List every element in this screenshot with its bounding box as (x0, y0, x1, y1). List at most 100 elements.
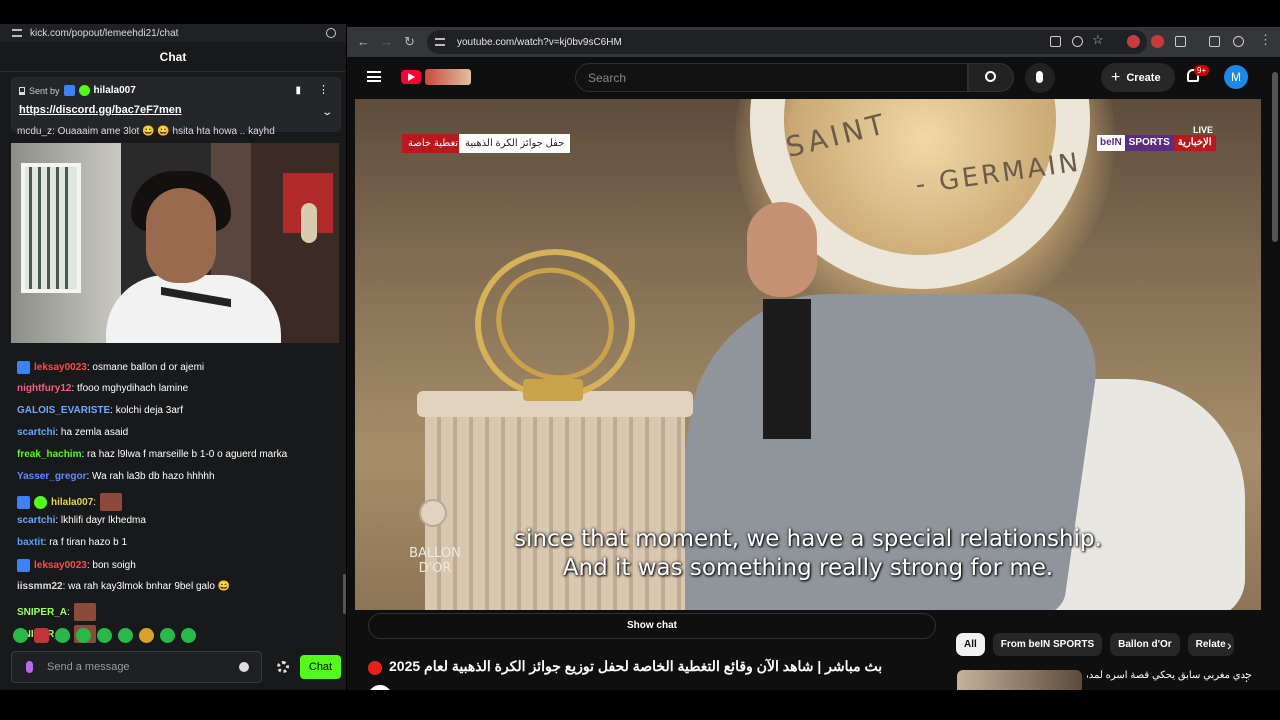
chat-username[interactable]: scartchi (17, 427, 55, 438)
chat-username[interactable]: scartchi (17, 515, 55, 526)
chat-url[interactable]: kick.com/popout/lemeehdi21/chat (30, 28, 326, 39)
emote-icon[interactable] (97, 628, 112, 643)
chevron-down-icon[interactable]: ⌄ (321, 107, 333, 118)
chat-line: SNIPER_A: (17, 607, 70, 618)
pinned-sender[interactable]: hilala007 (94, 85, 136, 96)
create-button[interactable]: + Create (1101, 63, 1175, 92)
back-arrow-icon[interactable]: ← (357, 34, 370, 49)
bein-logo-part: الإخبارية (1173, 135, 1216, 151)
bein-sports-logo: beIN SPORTS الإخبارية (1097, 135, 1216, 151)
moderator-badge-icon (17, 559, 30, 572)
chat-message: Yasser_gregor: Wa rah la3b db hazo hhhhh (17, 471, 215, 482)
chat-username[interactable]: hilala007 (51, 497, 93, 508)
more-options-icon[interactable]: ⋮ (318, 83, 329, 96)
more-options-icon[interactable]: ⋮ (1241, 671, 1252, 684)
subtitle-line: And it was something really strong for m… (562, 555, 1054, 581)
emote-icon[interactable] (160, 628, 175, 643)
live-indicator: LIVE (1193, 125, 1214, 135)
ballon-dor-logo-icon (419, 499, 447, 527)
forward-arrow-icon[interactable]: → (380, 34, 393, 49)
chat-username[interactable]: Yasser_gregor (17, 471, 87, 482)
verified-badge-icon (78, 85, 90, 96)
pinned-message: Sent by hilala007 https://discord.gg/bac… (11, 77, 341, 132)
chat-text: : osmane ballon d or ajemi (86, 362, 205, 373)
extension-icon[interactable] (1127, 35, 1140, 48)
chevron-right-icon[interactable]: › (1227, 637, 1232, 653)
zoom-icon[interactable] (326, 28, 336, 38)
search-placeholder[interactable]: Search (588, 71, 626, 85)
chat-username[interactable]: SNIPER_A (17, 607, 67, 618)
chat-settings-gear-icon[interactable] (277, 661, 289, 673)
pinned-sender-row: Sent by hilala007 (19, 85, 136, 96)
emote-icon[interactable] (55, 628, 70, 643)
site-settings-icon[interactable] (12, 29, 22, 37)
chat-line: nightfury12: tfooo mghydihach lamine (17, 383, 188, 394)
chat-text: : Wa rah la3b db hazo hhhhh (86, 471, 215, 482)
menu-hamburger-icon[interactable] (367, 71, 381, 82)
youtube-logo-icon[interactable] (401, 70, 421, 84)
chat-username[interactable]: nightfury12 (17, 383, 71, 394)
bookmark-star-icon[interactable]: ☆ (1092, 32, 1104, 48)
channel-avatar[interactable] (368, 685, 392, 690)
microphone-icon[interactable] (26, 661, 33, 673)
emote-icon[interactable] (139, 628, 154, 643)
chat-username[interactable]: leksay0023 (34, 560, 87, 571)
message-placeholder[interactable]: Send a message (47, 661, 239, 673)
subtitle-line: since that moment, we have a special rel… (514, 526, 1102, 552)
chat-line: baxtit: ra f tiran hazo b 1 (17, 537, 127, 548)
chat-line: Yasser_gregor: Wa rah la3b db hazo hhhhh (17, 471, 215, 482)
search-input[interactable]: Search (575, 63, 968, 92)
search-button[interactable] (968, 63, 1014, 92)
chat-title: Chat (0, 42, 346, 72)
notification-count-badge: 9+ (1194, 65, 1210, 76)
recommended-thumbnail[interactable] (957, 670, 1082, 690)
chat-text: : kolchi deja 3arf (110, 405, 183, 416)
page-url[interactable]: youtube.com/watch?v=kj0bv9sC6HM (457, 37, 622, 48)
unpin-icon[interactable]: ▮ (295, 85, 301, 96)
reload-icon[interactable]: ↻ (404, 34, 415, 50)
recommended-title[interactable]: جدي مغربي سابق يحكي قصة أسره لمدة 17 (1087, 670, 1252, 681)
chat-line: GALOIS_EVARISTE: kolchi deja 3arf (17, 405, 183, 416)
chat-url-bar[interactable]: kick.com/popout/lemeehdi21/chat (0, 24, 346, 42)
emote-icon[interactable] (13, 628, 28, 643)
chat-line: iissmm22: wa rah kay3lmok bnhar 9bel gal… (17, 581, 230, 592)
emote-icon[interactable] (34, 628, 49, 643)
pinned-link[interactable]: https://discord.gg/bac7eF7men (19, 104, 182, 116)
partial-chat-line: mcdu_z: Ouaaaim ame 3lot 😀 😀 hsita hta h… (17, 126, 275, 137)
streamer-webcam (11, 143, 339, 343)
message-input[interactable]: Send a message (11, 651, 262, 683)
extensions-puzzle-icon[interactable] (1175, 36, 1186, 47)
emoji-picker-icon[interactable] (239, 662, 249, 672)
chat-scrollbar[interactable] (343, 574, 346, 614)
profile-icon[interactable] (1233, 36, 1244, 47)
chat-username[interactable]: GALOIS_EVARISTE (17, 405, 110, 416)
youtube-doodle[interactable] (425, 69, 471, 85)
chip-from-channel[interactable]: From beIN SPORTS (992, 633, 1103, 656)
account-avatar[interactable]: M (1224, 65, 1248, 89)
send-chat-button[interactable]: Chat (300, 655, 341, 679)
chat-username[interactable]: leksay0023 (34, 362, 87, 373)
moderator-badge-icon (17, 361, 30, 374)
zoom-icon[interactable] (1072, 36, 1083, 47)
video-player[interactable]: SAINT - GERMAIN BALLON D'OR تغطية خاصة ح… (355, 99, 1261, 610)
youtube-header: Search + Create 9+ M (347, 57, 1280, 99)
voice-search-button[interactable] (1025, 63, 1055, 93)
media-controls-icon[interactable] (1209, 36, 1220, 47)
chat-username[interactable]: freak_hachim (17, 449, 81, 460)
browser-menu-icon[interactable]: ⋮ (1259, 32, 1272, 48)
show-chat-button[interactable]: Show chat (368, 613, 936, 639)
chip-all[interactable]: All (956, 633, 985, 656)
page-scrollbar[interactable] (1272, 72, 1278, 242)
extension-icon[interactable] (1151, 35, 1164, 48)
kick-chat-window: kick.com/popout/lemeehdi21/chat Chat Sen… (0, 24, 346, 690)
quick-emotes (13, 628, 196, 643)
emote-icon[interactable] (181, 628, 196, 643)
site-settings-icon[interactable] (435, 38, 445, 46)
emote-icon[interactable] (76, 628, 91, 643)
install-app-icon[interactable] (1050, 36, 1061, 47)
chat-username[interactable]: baxtit (17, 537, 44, 548)
address-bar[interactable]: youtube.com/watch?v=kj0bv9sC6HM (427, 30, 1147, 54)
chip-ballon-dor[interactable]: Ballon d'Or (1110, 633, 1180, 656)
chat-username[interactable]: iissmm22 (17, 581, 63, 592)
emote-icon[interactable] (118, 628, 133, 643)
